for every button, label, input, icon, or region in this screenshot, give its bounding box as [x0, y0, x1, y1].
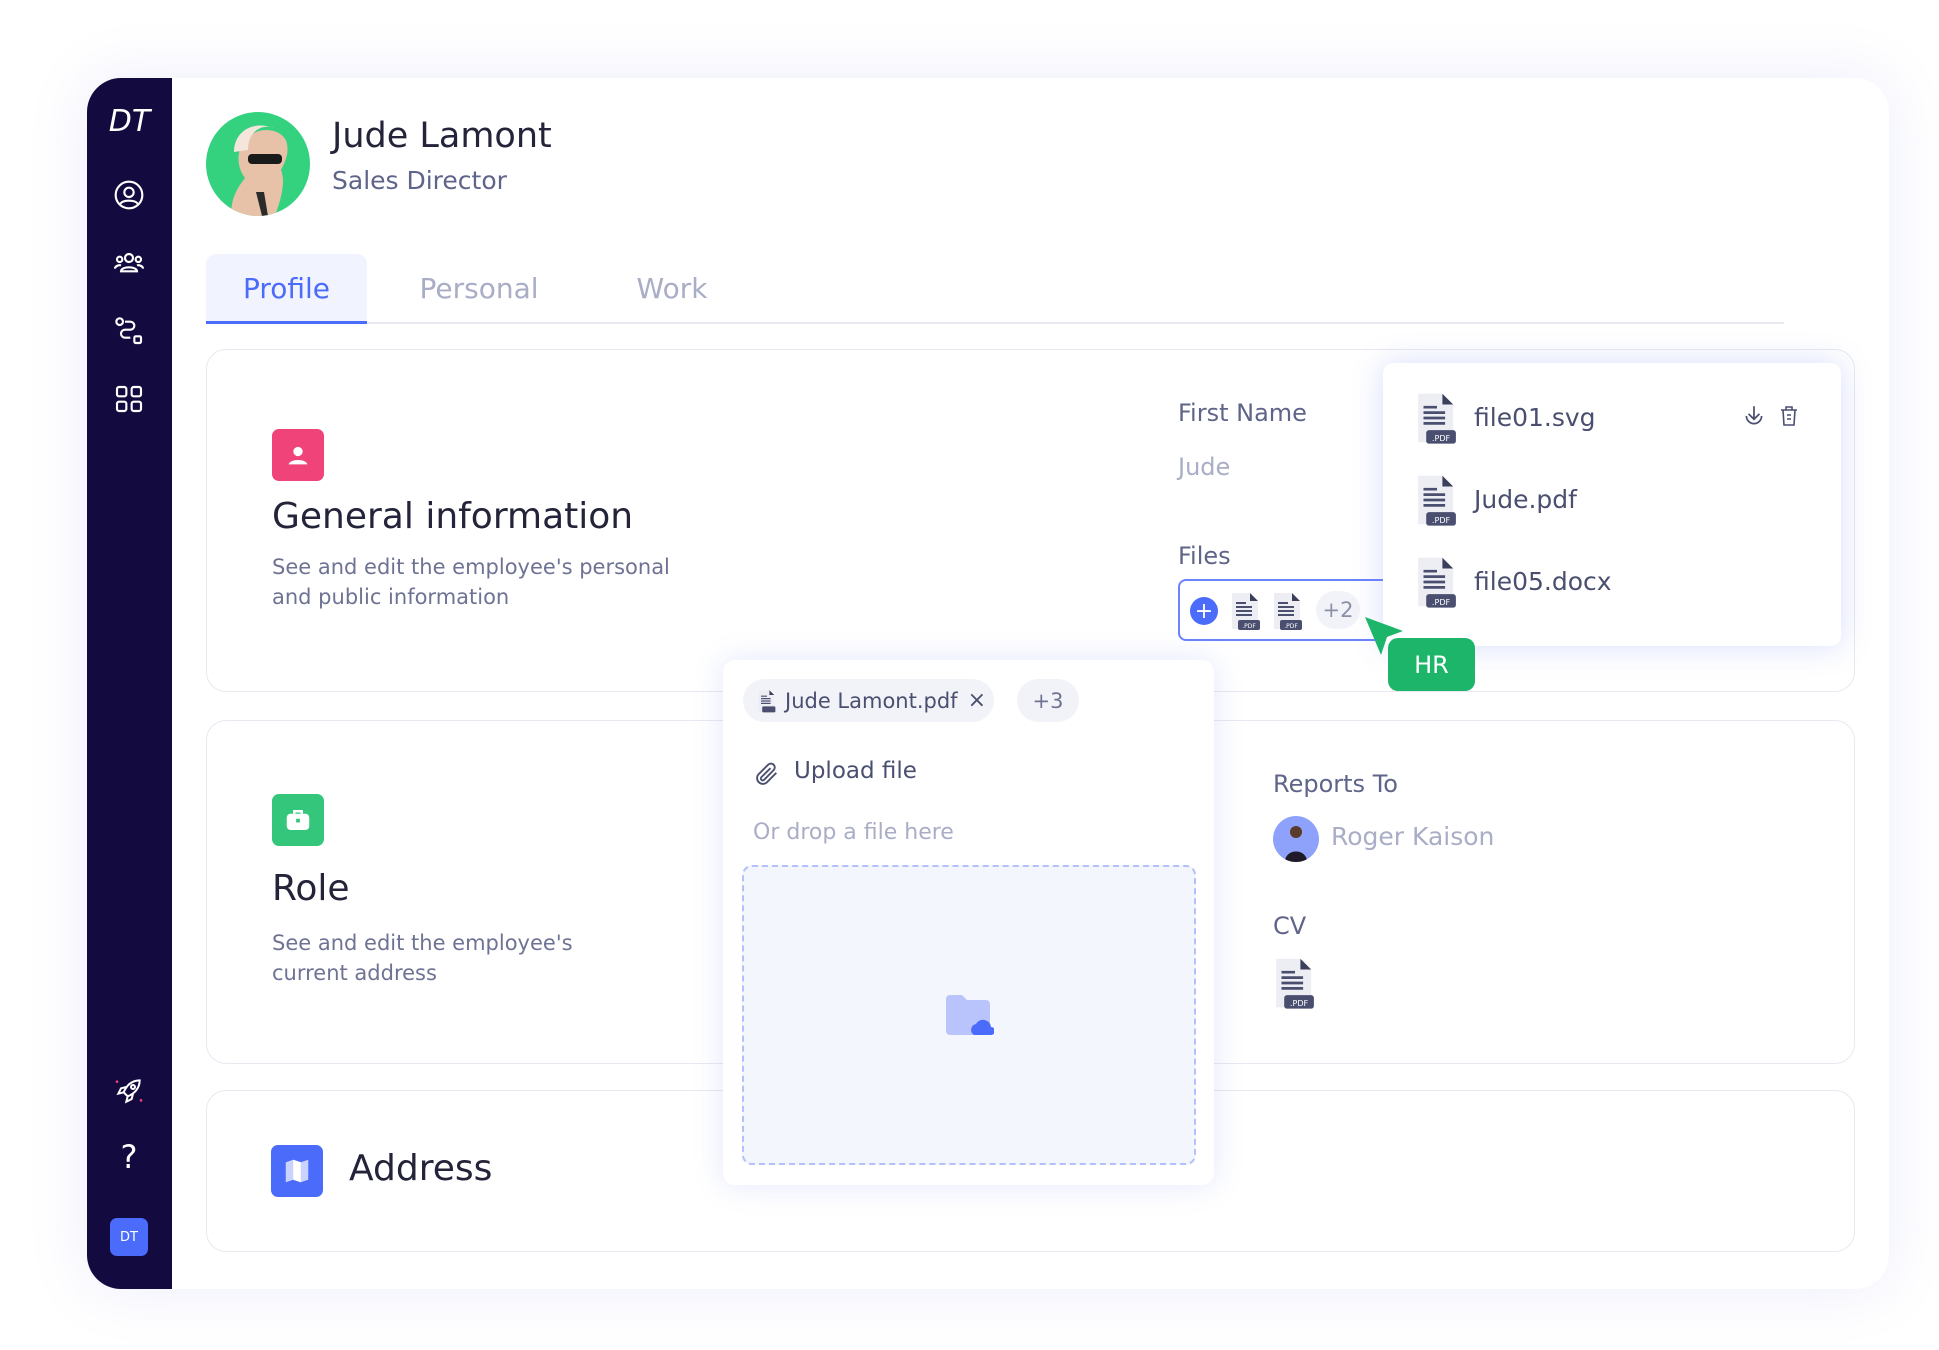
file-item[interactable]: .PDF Jude.pdf: [1383, 473, 1841, 533]
attached-file-chip[interactable]: Jude Lamont.pdf ×: [743, 679, 994, 722]
download-icon[interactable]: [1741, 403, 1767, 433]
tab-personal[interactable]: Personal: [404, 254, 554, 323]
rocket-icon[interactable]: [107, 1069, 151, 1113]
cv-label: CV: [1273, 912, 1307, 940]
add-file-icon[interactable]: +: [1190, 597, 1218, 625]
svg-text:.PDF: .PDF: [1432, 433, 1451, 443]
paperclip-icon: [753, 760, 781, 792]
reports-to-value[interactable]: Roger Kaison: [1331, 822, 1494, 851]
svg-text:.PDF: .PDF: [1284, 623, 1298, 630]
general-info-description: See and edit the employee's personal and …: [272, 552, 670, 612]
tab-divider: [206, 322, 1784, 324]
pdf-file-icon: .PDF: [1415, 391, 1459, 449]
file-item[interactable]: .PDF file01.svg: [1383, 391, 1841, 451]
first-name-value[interactable]: Jude: [1178, 453, 1230, 481]
description-line: current address: [272, 961, 437, 985]
user-badge[interactable]: DT: [110, 1218, 148, 1256]
svg-text:.PDF: .PDF: [1432, 515, 1451, 525]
upload-file-button[interactable]: Upload file: [794, 758, 917, 784]
drop-zone[interactable]: [742, 865, 1196, 1165]
cursor-tag: HR: [1388, 638, 1475, 691]
folder-cloud-icon: [946, 995, 994, 1035]
first-name-label: First Name: [1178, 399, 1307, 427]
briefcase-icon: [272, 794, 324, 846]
file-item[interactable]: .PDF file05.docx: [1383, 555, 1841, 615]
app-window: DT ? DT Jude Lamont Sales Director Profi…: [87, 78, 1889, 1289]
user-circle-icon[interactable]: [107, 173, 151, 217]
help-icon[interactable]: ?: [107, 1135, 151, 1179]
general-info-title: General information: [272, 496, 634, 537]
description-line: See and edit the employee's personal: [272, 555, 670, 579]
drop-hint: Or drop a file here: [753, 820, 954, 845]
file-name: Jude.pdf: [1474, 485, 1577, 514]
avatar: [206, 112, 310, 216]
pdf-file-icon: [758, 689, 776, 712]
user-badge-icon: [272, 429, 324, 481]
files-dropdown: .PDF file01.svg .PDF Jude.pdf .PDF file0…: [1383, 363, 1841, 646]
map-icon: [271, 1145, 323, 1197]
pdf-file-icon: .PDF: [1415, 555, 1459, 613]
employee-title: Sales Director: [332, 166, 507, 195]
svg-text:.PDF: .PDF: [1290, 998, 1309, 1008]
reports-to-label: Reports To: [1273, 770, 1398, 798]
role-title: Role: [272, 868, 350, 909]
tab-profile[interactable]: Profile: [206, 254, 367, 323]
attached-file-name: Jude Lamont.pdf: [785, 688, 958, 713]
tab-active-indicator: [206, 321, 367, 324]
files-label: Files: [1178, 542, 1231, 570]
route-icon[interactable]: [107, 309, 151, 353]
sidebar: DT ? DT: [87, 78, 172, 1289]
file-name: file05.docx: [1474, 567, 1612, 596]
cv-file-icon[interactable]: .PDF: [1273, 956, 1317, 1014]
pdf-file-icon[interactable]: .PDF: [1272, 591, 1304, 635]
users-icon[interactable]: [107, 240, 151, 284]
pdf-file-icon[interactable]: .PDF: [1230, 591, 1262, 635]
address-title: Address: [349, 1148, 493, 1189]
file-name: file01.svg: [1474, 403, 1596, 432]
role-description: See and edit the employee's current addre…: [272, 928, 573, 988]
tab-work[interactable]: Work: [617, 254, 727, 323]
description-line: and public information: [272, 585, 510, 609]
employee-name: Jude Lamont: [332, 116, 552, 156]
description-line: See and edit the employee's: [272, 931, 573, 955]
more-attachments-badge[interactable]: +3: [1017, 679, 1079, 722]
trash-icon[interactable]: [1777, 403, 1801, 433]
manager-avatar: [1273, 816, 1319, 862]
svg-text:.PDF: .PDF: [1432, 597, 1451, 607]
remove-file-icon[interactable]: ×: [968, 688, 986, 713]
grid-icon[interactable]: [107, 377, 151, 421]
logo[interactable]: DT: [87, 104, 172, 139]
svg-text:.PDF: .PDF: [1242, 623, 1256, 630]
more-files-badge[interactable]: +2: [1316, 591, 1360, 629]
pdf-file-icon: .PDF: [1415, 473, 1459, 531]
